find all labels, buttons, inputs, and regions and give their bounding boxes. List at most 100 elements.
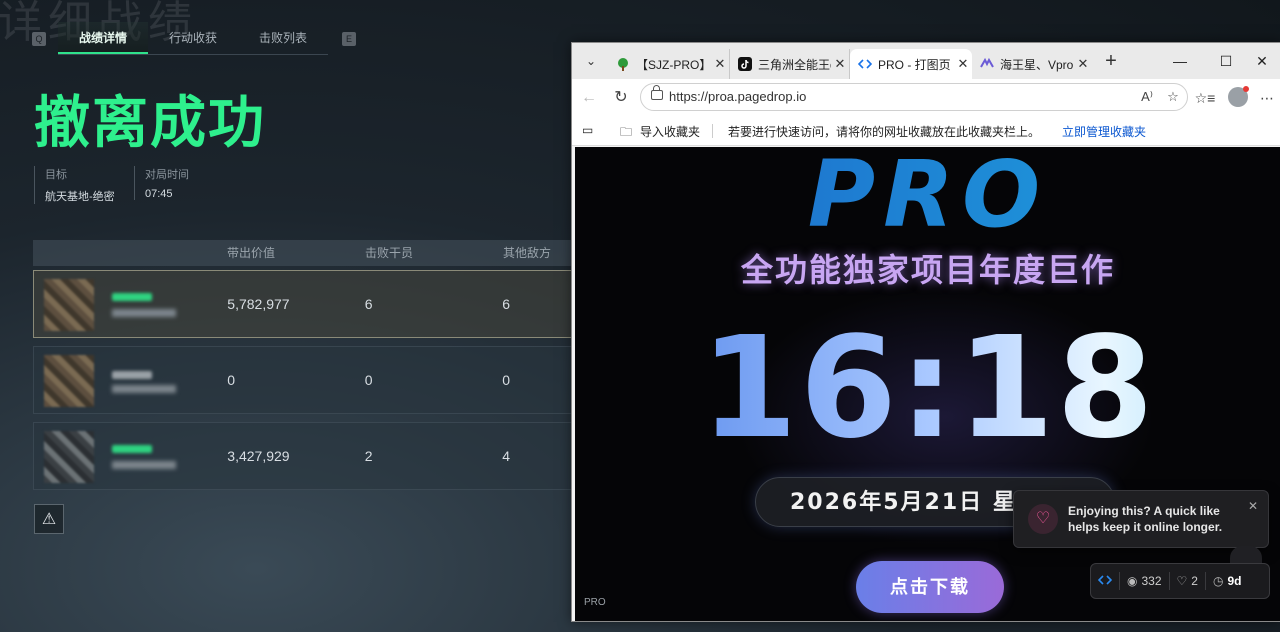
close-icon[interactable]: ✕ — [1248, 499, 1258, 513]
notification-dot — [1243, 86, 1249, 92]
favbar-divider — [712, 124, 713, 138]
header-extract-value: 带出价值 — [227, 246, 276, 260]
player-avatar — [44, 431, 94, 483]
browser-tab[interactable]: 海王星、Vpro ✕ — [972, 49, 1092, 79]
code-icon — [1097, 574, 1113, 589]
refresh-icon: ↻ — [614, 89, 628, 106]
player-sub-blurred — [112, 461, 176, 469]
row-operator-kills: 2 — [364, 448, 373, 464]
row-extract-value: 0 — [227, 372, 236, 388]
header-operator-kills: 击败干员 — [365, 246, 414, 260]
tab-actions-menu-button[interactable]: ⌄ — [578, 48, 604, 74]
close-icon: ✕ — [1256, 53, 1268, 69]
browser-tab-active[interactable]: PRO - 打图页 ✕ — [850, 49, 972, 79]
favorites-icon[interactable]: ☆≡ — [1194, 87, 1216, 109]
views-count: 332 — [1141, 574, 1162, 588]
favbar-hint: 若要进行快速访问，请将你的网址收藏放在此收藏夹栏上。 — [728, 125, 1041, 139]
report-warning-button[interactable]: ⚠ — [34, 504, 64, 534]
age-value: 9d — [1227, 574, 1242, 588]
age-stat: ◷ 9d — [1206, 572, 1249, 590]
row-operator-kills: 6 — [364, 296, 373, 312]
row-other-enemies: 4 — [502, 448, 511, 464]
table-row[interactable]: 0 0 0 — [33, 346, 573, 414]
row-extract-value: 5,782,977 — [227, 296, 290, 312]
code-icon — [858, 57, 872, 71]
url-text: https://proa.pagedrop.io — [669, 89, 807, 104]
likes-count: 2 — [1191, 574, 1198, 588]
back-button[interactable]: ← — [578, 87, 600, 109]
tree-icon — [616, 57, 630, 71]
collections-icon[interactable]: ▭ — [582, 123, 593, 137]
row-other-enemies: 6 — [502, 296, 511, 312]
extraction-result-title: 撤离成功 — [34, 91, 266, 156]
like-toast: ♡ Enjoying this? A quick like helps keep… — [1013, 490, 1269, 548]
info-match-time: 对局时间 07:45 — [134, 166, 189, 200]
close-icon[interactable]: ✕ — [831, 56, 849, 72]
likes-stat[interactable]: ♡ 2 — [1170, 572, 1206, 590]
back-arrow-icon: ← — [581, 89, 597, 106]
info-time-label: 对局时间 — [145, 169, 189, 181]
address-bar[interactable]: https://proa.pagedrop.io A⁾ ☆ — [640, 83, 1188, 111]
page-subtitle: 全功能独家项目年度巨作 — [740, 251, 1115, 289]
table-header: 带出价值 击败干员 其他敌方 — [33, 240, 573, 266]
player-name-blurred — [112, 445, 152, 453]
pagedrop-button[interactable] — [1091, 572, 1120, 590]
tab-title: PRO - 打图页 — [878, 57, 951, 72]
tab-loot[interactable]: 行动收获 — [148, 22, 238, 54]
tab-title: 海王星、Vpro — [1000, 57, 1074, 72]
header-player — [33, 240, 227, 266]
download-button[interactable]: 点击下载 — [856, 561, 1004, 613]
close-icon[interactable]: ✕ — [711, 56, 729, 72]
squad-table: 带出价值 击败干员 其他敌方 5,782,977 6 6 0 0 0 3,427… — [33, 240, 573, 490]
info-target-value: 航天基地-绝密 — [45, 191, 115, 203]
minimize-button[interactable]: — — [1160, 49, 1200, 73]
row-other-enemies: 0 — [502, 372, 511, 388]
read-aloud-icon[interactable]: A⁾ — [1137, 87, 1157, 107]
refresh-button[interactable]: ↻ — [610, 87, 632, 109]
tab-title: 三角洲全能王d — [758, 57, 831, 72]
close-icon[interactable]: ✕ — [954, 56, 972, 72]
warning-icon: ⚠ — [41, 511, 57, 528]
corner-watermark: PRO — [584, 597, 606, 608]
tab-battle-details[interactable]: 战绩详情 — [58, 22, 148, 54]
import-favorites-link[interactable]: 导入收藏夹 — [640, 123, 700, 140]
manage-favorites-link[interactable]: 立即管理收藏夹 — [1062, 123, 1146, 140]
views-stat: ◉ 332 — [1120, 572, 1170, 590]
heart-icon: ♡ — [1176, 574, 1188, 588]
tab-strip: ⌄ 【SJZ-PRO】免 ✕ 三角洲全能王d ✕ PRO - 打图页 ✕ — [572, 43, 1280, 79]
info-target-label: 目标 — [45, 169, 67, 181]
minimize-icon: — — [1173, 53, 1187, 69]
player-sub-blurred — [112, 385, 176, 393]
key-hint-e: E — [342, 32, 356, 46]
star-icon[interactable]: ☆ — [1163, 87, 1183, 107]
close-window-button[interactable]: ✕ — [1244, 49, 1280, 73]
browser-tab[interactable]: 【SJZ-PRO】免 ✕ — [608, 49, 730, 79]
address-toolbar: ← ↻ https://proa.pagedrop.io A⁾ ☆ ☆≡ ⋯ — [572, 79, 1280, 117]
heart-icon[interactable]: ♡ — [1028, 504, 1058, 534]
chevron-down-icon: ⌄ — [585, 54, 597, 68]
table-row[interactable]: 3,427,929 2 4 — [33, 422, 573, 490]
toast-message: Enjoying this? A quick like helps keep i… — [1068, 504, 1223, 534]
vpro-icon — [980, 57, 994, 71]
more-menu-icon[interactable]: ⋯ — [1256, 87, 1278, 109]
maximize-button[interactable]: ☐ — [1206, 49, 1246, 73]
lock-icon — [651, 85, 663, 100]
page-stats-bar: ◉ 332 ♡ 2 ◷ 9d — [1090, 563, 1270, 599]
browser-tab[interactable]: 三角洲全能王d ✕ — [730, 49, 850, 79]
table-row[interactable]: 5,782,977 6 6 — [33, 270, 573, 338]
favorites-bar: ▭ 🗀 导入收藏夹 若要进行快速访问，请将你的网址收藏放在此收藏夹栏上。 立即管… — [572, 117, 1280, 146]
close-icon[interactable]: ✕ — [1074, 56, 1092, 72]
maximize-icon: ☐ — [1219, 53, 1233, 69]
player-sub-blurred — [112, 309, 176, 317]
info-time-value: 07:45 — [145, 188, 173, 200]
profile-avatar[interactable] — [1228, 86, 1249, 107]
tab-title: 【SJZ-PRO】免 — [636, 57, 711, 72]
new-tab-button[interactable]: + — [1098, 49, 1124, 75]
tab-kill-list[interactable]: 击败列表 — [238, 22, 328, 54]
result-tabs: 战绩详情 行动收获 击败列表 — [58, 22, 328, 55]
eye-icon: ◉ — [1127, 574, 1138, 588]
tiktok-icon — [738, 57, 752, 71]
row-extract-value: 3,427,929 — [227, 448, 290, 464]
player-name-blurred — [112, 293, 152, 301]
info-target: 目标 航天基地-绝密 — [34, 166, 115, 204]
